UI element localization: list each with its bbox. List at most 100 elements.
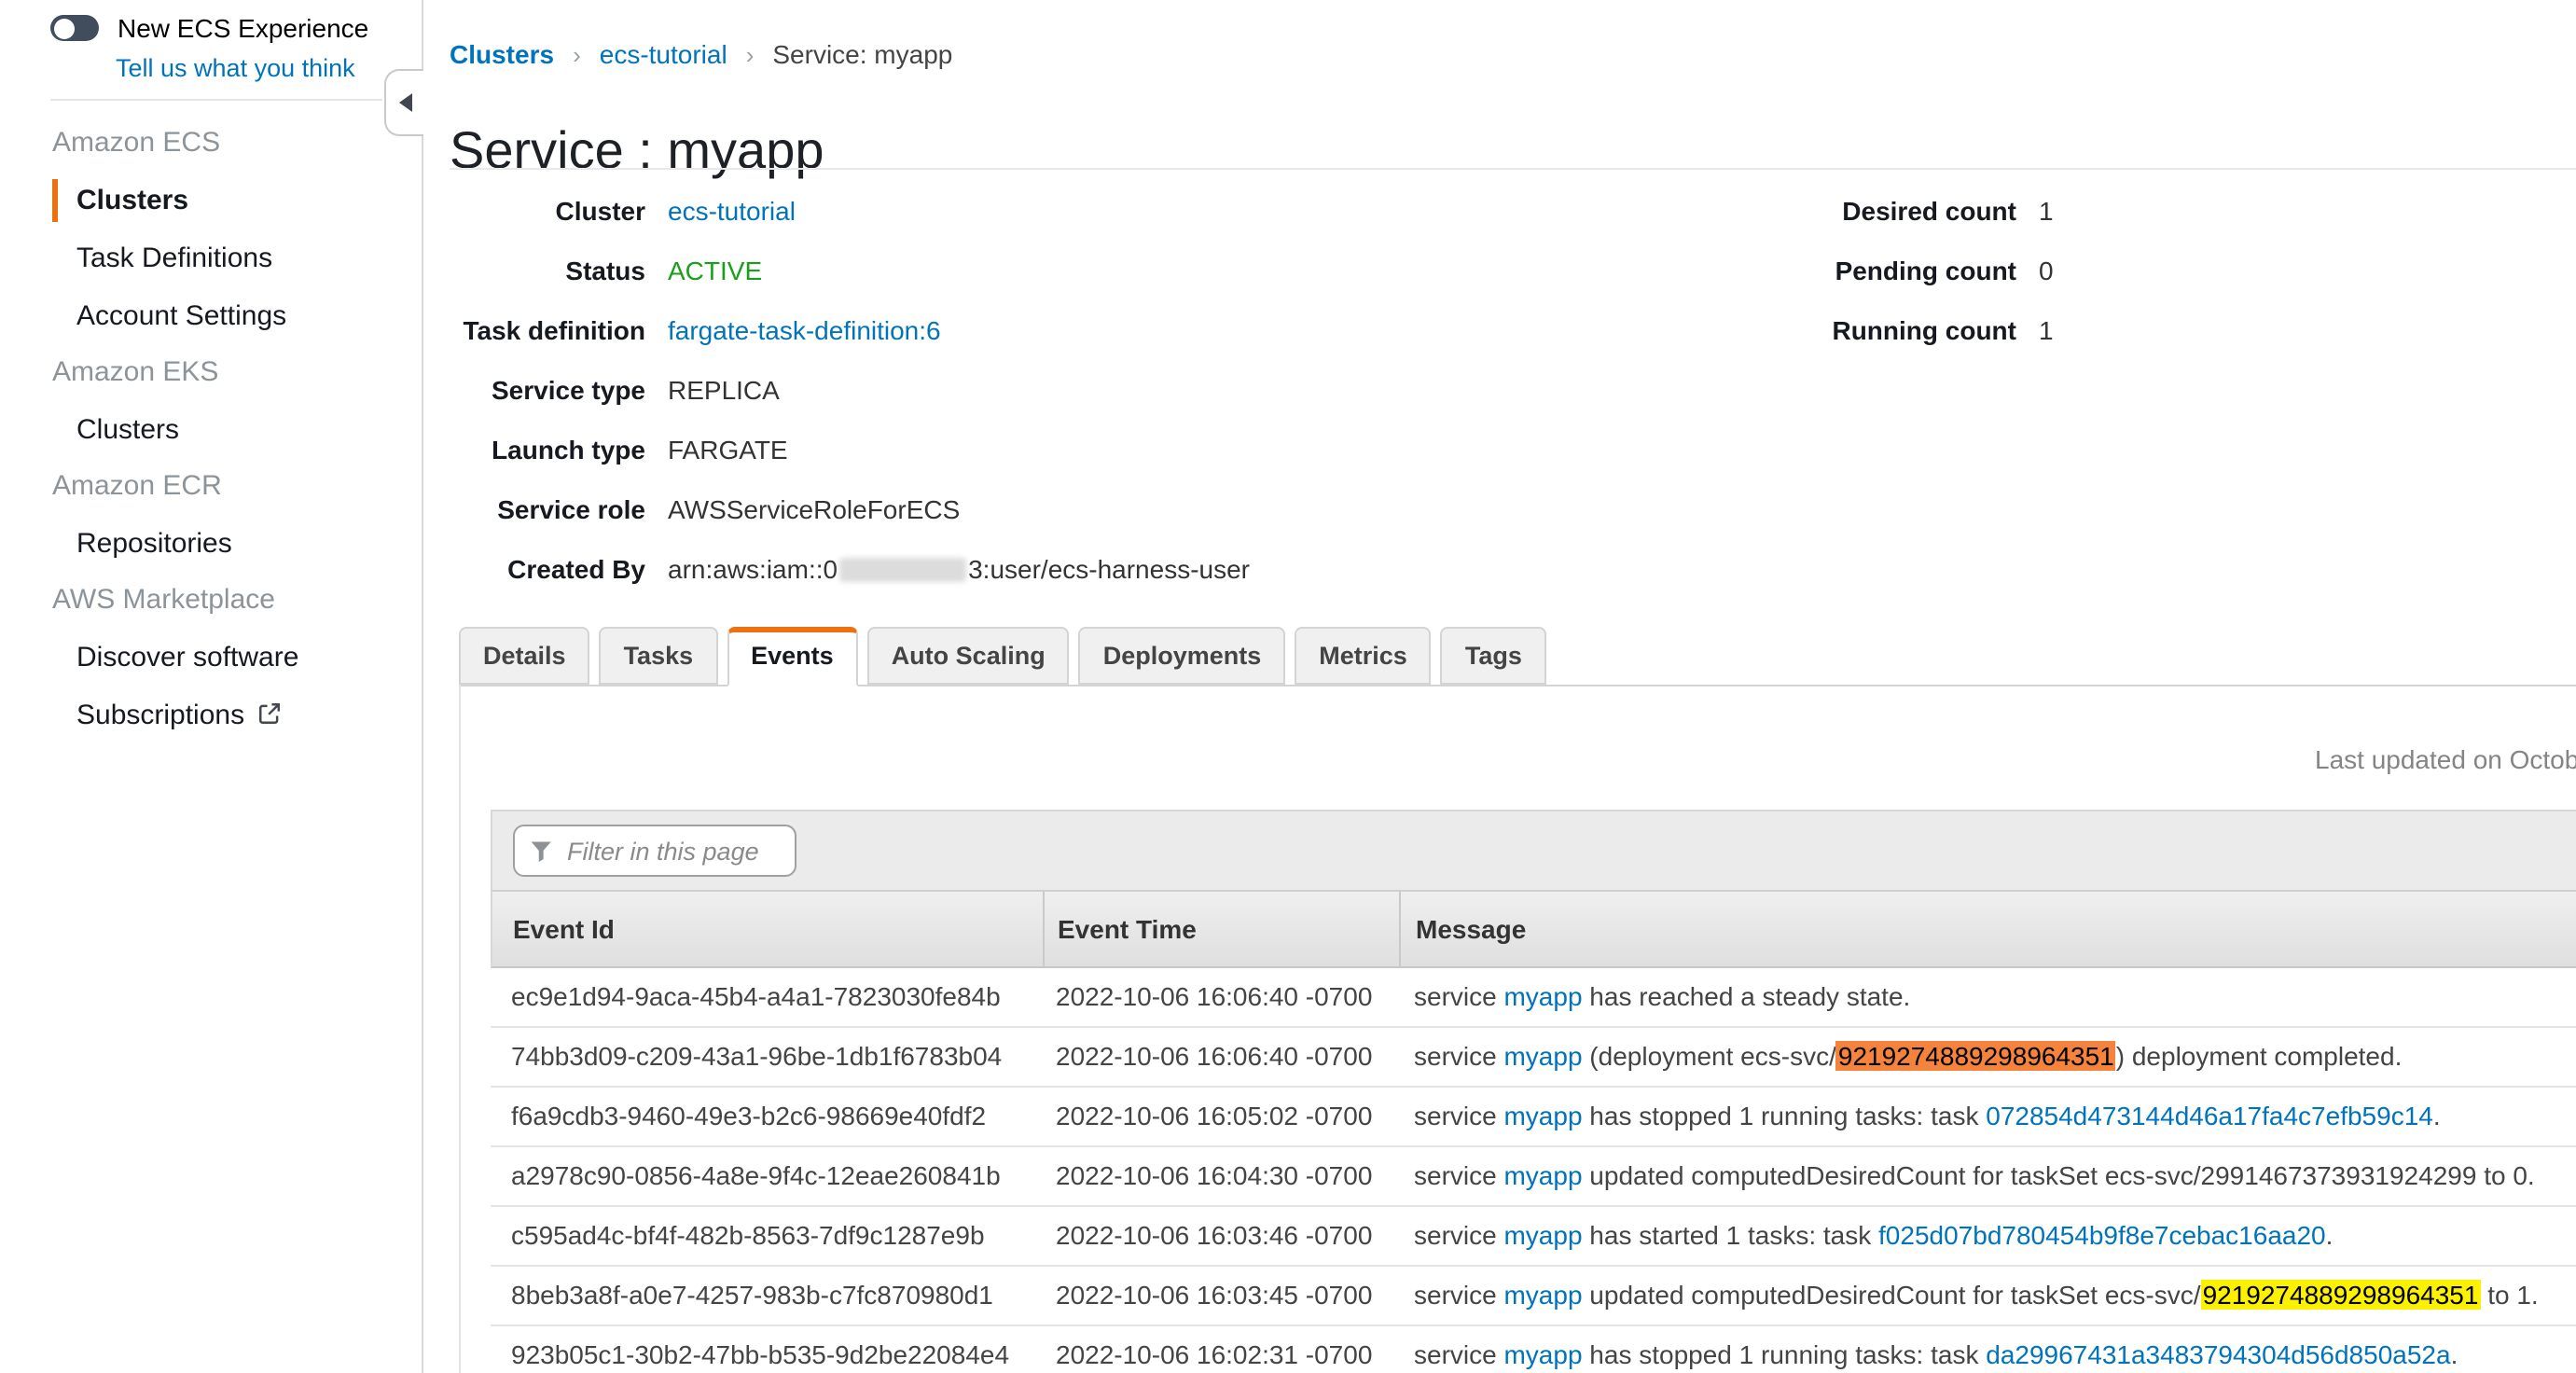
collapse-left-icon	[398, 93, 411, 112]
breadcrumb-separator-icon: ›	[746, 41, 755, 69]
tab-events[interactable]: Events	[727, 627, 858, 686]
title-divider	[450, 168, 2576, 170]
sidebar-item-discover-software[interactable]: Discover software	[0, 629, 420, 686]
message-link[interactable]: myapp	[1503, 1339, 1582, 1369]
sidebar-collapse-button[interactable]	[384, 69, 423, 136]
table-row: 74bb3d09-c209-43a1-96be-1db1f6783b042022…	[491, 1028, 2576, 1088]
message-text: ) deployment completed.	[2116, 1041, 2403, 1071]
detail-row-task-definition: Task definition fargate-task-definition:6	[450, 300, 1250, 360]
cell-event-id: ec9e1d94-9aca-45b4-a4a1-7823030fe84b	[511, 968, 1041, 1026]
count-row-desired-count: Desired count1	[1772, 181, 2054, 241]
new-ecs-experience-row: New ECS Experience	[50, 13, 368, 43]
new-ecs-experience-toggle[interactable]	[50, 15, 99, 41]
sidebar-item-subscriptions[interactable]: Subscriptions	[0, 686, 420, 744]
table-row: a2978c90-0856-4a8e-9f4c-12eae260841b 2022…	[491, 1147, 2576, 1207]
tab-auto-scaling[interactable]: Auto Scaling	[867, 627, 1070, 685]
filter-field	[513, 825, 796, 877]
detail-row-service-role: Service roleAWSServiceRoleForECS	[450, 479, 1250, 539]
detail-label: Service type	[450, 375, 645, 405]
sidebar-item-label: Repositories	[76, 528, 232, 560]
message-text: service	[1414, 981, 1503, 1011]
sidebar-section-amazon-ecs: Amazon ECS	[0, 116, 420, 172]
detail-link[interactable]: fargate-task-definition:6	[668, 315, 941, 345]
cell-event-time: 2022-10-06 16:05:02 -0700	[1056, 1088, 1410, 1145]
message-text: .	[2326, 1220, 2334, 1250]
message-link[interactable]: da29967431a3483794304d56d850a52a	[1986, 1339, 2450, 1369]
cell-event-id: 8beb3a8f-a0e7-4257-983b-c7fc870980d1	[511, 1267, 1041, 1324]
cell-message: service myapp has stopped 1 running task…	[1414, 1088, 2576, 1145]
message-text: has started 1 tasks: task	[1583, 1220, 1879, 1250]
detail-row-created-by: Created Byarn:aws:iam::03:user/ecs-harne…	[450, 539, 1250, 599]
sidebar-item-account-settings[interactable]: Account Settings	[0, 287, 420, 345]
status-badge: ACTIVE	[668, 256, 762, 285]
sidebar-section-label: AWS Marketplace	[52, 584, 275, 616]
message-link[interactable]: 072854d473144d46a17fa4c7efb59c14	[1986, 1101, 2433, 1130]
cell-event-time: 2022-10-06 16:06:40 -0700	[1056, 1028, 1410, 1086]
count-row-pending-count: Pending count0	[1772, 241, 2054, 300]
detail-value-service-type: REPLICA	[668, 375, 780, 405]
cell-event-time: 2022-10-06 16:03:45 -0700	[1056, 1267, 1410, 1324]
table-row: f6a9cdb3-9460-49e3-b2c6-98669e40fdf22022…	[491, 1088, 2576, 1147]
count-value: 1	[2039, 315, 2054, 345]
message-link[interactable]: f025d07bd780454b9f8e7cebac16aa20	[1878, 1220, 2326, 1250]
detail-value-service-role: AWSServiceRoleForECS	[668, 494, 960, 524]
events-toolbar	[491, 810, 2576, 890]
sidebar-item-repositories[interactable]: Repositories	[0, 515, 420, 573]
cell-event-id: a2978c90-0856-4a8e-9f4c-12eae260841b	[511, 1147, 1041, 1205]
sidebar-item-task-definitions[interactable]: Task Definitions	[0, 229, 420, 287]
tab-deployments[interactable]: Deployments	[1079, 627, 1286, 685]
tab-metrics[interactable]: Metrics	[1295, 627, 1432, 685]
detail-row-service-type: Service type REPLICA	[450, 360, 1250, 420]
message-link[interactable]: myapp	[1503, 1280, 1582, 1310]
message-text: has reached a steady state.	[1583, 981, 1911, 1011]
detail-link[interactable]: ecs-tutorial	[668, 196, 796, 226]
new-ecs-experience-label: New ECS Experience	[118, 13, 368, 43]
table-row: c595ad4c-bf4f-482b-8563-7df9c1287e9b2022…	[491, 1207, 2576, 1267]
sidebar-section-label: Amazon ECS	[52, 127, 220, 159]
cell-event-time: 2022-10-06 16:04:30 -0700	[1056, 1147, 1410, 1205]
sidebar-section-amazon-ecr: Amazon ECR	[0, 459, 420, 515]
breadcrumb-item-clusters[interactable]: Clusters	[450, 39, 554, 69]
tab-tasks[interactable]: Tasks	[600, 627, 718, 685]
message-text: .	[2451, 1339, 2458, 1369]
table-row: ec9e1d94-9aca-45b4-a4a1-7823030fe84b2022…	[491, 968, 2576, 1028]
detail-value-launch-type: FARGATE	[668, 435, 788, 465]
column-header-event-id: Event Id	[513, 892, 615, 966]
toggle-knob	[53, 18, 74, 38]
detail-value-status: ACTIVE	[668, 256, 762, 285]
detail-label: Cluster	[450, 196, 645, 226]
ecs-console-page: New ECS Experience Tell us what you thin…	[0, 0, 2576, 1373]
message-text: has stopped 1 running tasks: task	[1583, 1101, 1987, 1130]
table-row: 8beb3a8f-a0e7-4257-983b-c7fc870980d1 2022…	[491, 1267, 2576, 1326]
tab-tags[interactable]: Tags	[1441, 627, 1546, 685]
count-label: Running count	[1772, 315, 2016, 345]
count-value: 1	[2039, 196, 2054, 226]
message-link[interactable]: myapp	[1503, 1220, 1582, 1250]
breadcrumb-item-ecs-tutorial[interactable]: ecs-tutorial	[600, 39, 727, 69]
search-highlight: 9219274889298964351	[1836, 1041, 2116, 1071]
tab-details[interactable]: Details	[459, 627, 590, 685]
message-text: .	[2433, 1101, 2441, 1130]
cell-event-time: 2022-10-06 16:02:31 -0700	[1056, 1326, 1410, 1373]
message-link[interactable]: myapp	[1503, 981, 1582, 1011]
feedback-link[interactable]: Tell us what you think	[116, 54, 355, 82]
filter-input[interactable]	[513, 825, 796, 877]
detail-label: Task definition	[450, 315, 645, 345]
sidebar-item-label: Subscriptions	[76, 700, 244, 731]
cell-event-id: 923b05c1-30b2-47bb-b535-9d2be22084e4	[511, 1326, 1041, 1373]
count-value: 0	[2039, 256, 2054, 285]
message-text: updated computedDesiredCount for taskSet…	[1583, 1160, 2535, 1190]
sidebar-section-label: Amazon ECR	[52, 470, 222, 502]
sidebar-item-clusters[interactable]: Clusters	[0, 401, 420, 459]
sidebar-item-clusters[interactable]: Clusters	[0, 172, 420, 229]
message-link[interactable]: myapp	[1503, 1101, 1582, 1130]
main-content: Clusters›ecs-tutorial›Service: myapp Ser…	[425, 0, 2576, 1373]
message-link[interactable]: myapp	[1503, 1041, 1582, 1071]
message-link[interactable]: myapp	[1503, 1160, 1582, 1190]
message-text: service	[1414, 1101, 1503, 1130]
cell-event-id: c595ad4c-bf4f-482b-8563-7df9c1287e9b	[511, 1207, 1041, 1265]
sidebar-item-label: Clusters	[76, 185, 188, 216]
events-table-header: Event Id Event Time Message	[491, 890, 2576, 968]
service-counts: Desired count1Pending count0 Running coun…	[1772, 181, 2054, 360]
cell-message: service myapp has started 1 tasks: task …	[1414, 1207, 2576, 1265]
